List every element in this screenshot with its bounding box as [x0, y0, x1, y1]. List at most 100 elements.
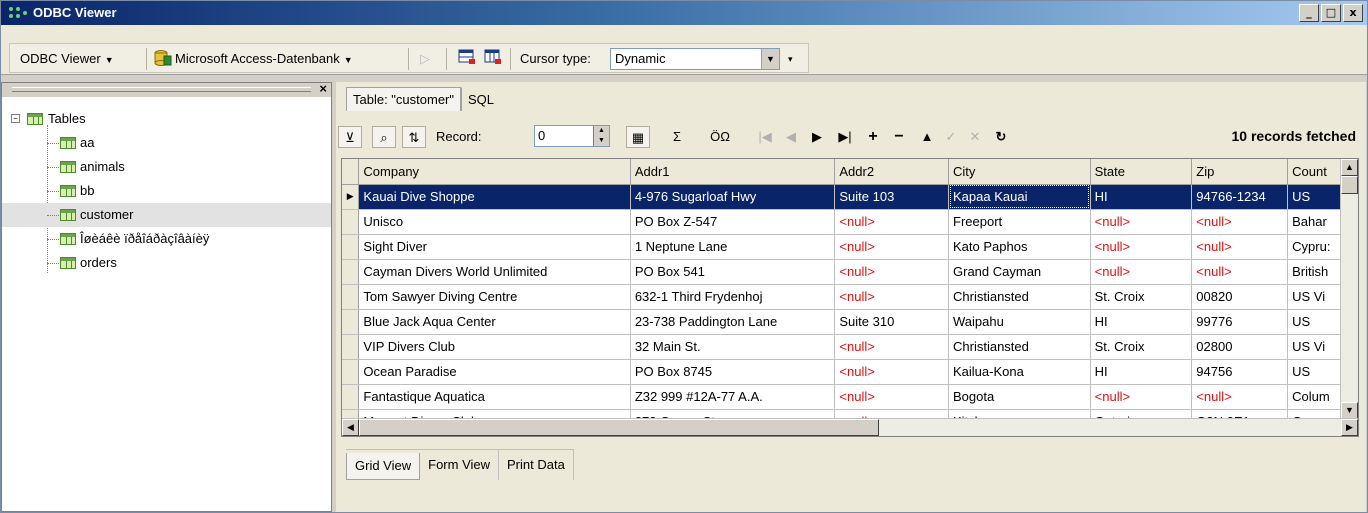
- grid-cell[interactable]: <null>: [1090, 259, 1193, 285]
- grid-cell[interactable]: <null>: [834, 384, 949, 410]
- grid-cell[interactable]: Freeport: [948, 209, 1091, 235]
- data-grid[interactable]: Company Addr1 Addr2 City State Zip Count…: [341, 158, 1359, 437]
- column-header[interactable]: Company: [358, 159, 631, 185]
- grid-cell[interactable]: <null>: [1191, 384, 1289, 410]
- title-bar[interactable]: ODBC Viewer _ □ x: [1, 1, 1367, 25]
- cursor-type-select[interactable]: Dynamic ▼: [610, 48, 780, 70]
- grid-cell[interactable]: <null>: [834, 209, 949, 235]
- next-record-icon[interactable]: ▶: [808, 126, 826, 148]
- maximize-button[interactable]: □: [1321, 4, 1341, 22]
- tab-sql[interactable]: SQL: [461, 87, 502, 111]
- record-spinner[interactable]: ▲ ▼: [593, 126, 609, 146]
- panel-grip[interactable]: ×: [2, 81, 331, 97]
- horizontal-scrollbar[interactable]: ◀ ▶: [342, 418, 1358, 436]
- tree-item-aa[interactable]: aa: [2, 131, 331, 155]
- grid-cell[interactable]: 1 Neptune Lane: [630, 234, 836, 260]
- sort-icon[interactable]: ⇅: [402, 126, 426, 148]
- table-row[interactable]: ▶ Kauai Dive Shoppe 4-976 Sugarloaf Hwy Sui…: [342, 184, 1358, 210]
- current-row-indicator-icon[interactable]: ▶: [342, 184, 360, 210]
- grid-cell[interactable]: <null>: [1090, 209, 1193, 235]
- edit-record-icon[interactable]: ▲: [918, 126, 936, 148]
- table-row[interactable]: Sight Diver 1 Neptune Lane <null> Kato Paph…: [342, 234, 1358, 260]
- grid-cell[interactable]: HI: [1090, 359, 1193, 385]
- tree-item-bb[interactable]: bb: [2, 179, 331, 203]
- table-row[interactable]: Tom Sawyer Diving Centre 632-1 Third Fryd…: [342, 284, 1358, 310]
- grid-cell[interactable]: <null>: [1090, 384, 1193, 410]
- row-indicator[interactable]: [342, 334, 360, 360]
- collapse-icon[interactable]: −: [11, 114, 20, 123]
- toolbar-overflow-icon[interactable]: ▾: [788, 49, 793, 69]
- chevron-down-icon[interactable]: ▼: [761, 49, 779, 69]
- grid-cell[interactable]: <null>: [1191, 209, 1289, 235]
- grid-cell[interactable]: Kailua-Kona: [948, 359, 1091, 385]
- grid-cell[interactable]: Bogota: [948, 384, 1091, 410]
- grid-cell[interactable]: <null>: [834, 234, 949, 260]
- tab-table-customer[interactable]: Table: "customer": [346, 87, 461, 111]
- tree-root-tables[interactable]: − Tables: [2, 107, 331, 131]
- grid-cell[interactable]: 4-976 Sugarloaf Hwy: [630, 184, 836, 210]
- last-record-icon[interactable]: ▶|: [834, 126, 856, 148]
- grid-cell[interactable]: 32 Main St.: [630, 334, 836, 360]
- grid-cell[interactable]: 99776: [1191, 309, 1289, 335]
- panel-close-icon[interactable]: ×: [319, 81, 327, 96]
- grid-cell[interactable]: PO Box Z-547: [630, 209, 836, 235]
- table-row[interactable]: Fantastique Aquatica Z32 999 #12A-77 A.A.…: [342, 384, 1358, 410]
- grid-cell[interactable]: <null>: [834, 284, 949, 310]
- grid-cell[interactable]: <null>: [834, 359, 949, 385]
- sigma-button[interactable]: Σ: [666, 126, 688, 148]
- scroll-down-icon[interactable]: ▼: [1341, 402, 1358, 419]
- delete-record-icon[interactable]: −: [890, 126, 908, 148]
- grid-cell[interactable]: HI: [1090, 184, 1193, 210]
- grid-cell[interactable]: Kato Paphos: [948, 234, 1091, 260]
- charset-button[interactable]: ÖΩ: [706, 126, 734, 148]
- grid-cell[interactable]: Kauai Dive Shoppe: [358, 184, 631, 210]
- grid-cell[interactable]: <null>: [1191, 259, 1289, 285]
- insert-record-icon[interactable]: +: [864, 126, 882, 148]
- scroll-up-icon[interactable]: ▲: [1341, 159, 1358, 176]
- vertical-scrollbar[interactable]: ▲ ▼: [1340, 159, 1358, 419]
- grid-cell[interactable]: Suite 103: [834, 184, 949, 210]
- tree-item-encoded[interactable]: Îøèáêè ïðåîáðàçîâàíèÿ: [2, 227, 331, 251]
- grid-cell[interactable]: Tom Sawyer Diving Centre: [358, 284, 631, 310]
- table-icon[interactable]: ▦: [626, 126, 650, 148]
- grid-cell[interactable]: Grand Cayman: [948, 259, 1091, 285]
- grid-cell[interactable]: Christiansted: [948, 334, 1091, 360]
- grid-cell[interactable]: St. Croix: [1090, 284, 1193, 310]
- grid-cell[interactable]: Kapaa Kauai: [948, 184, 1091, 210]
- grid-cell[interactable]: PO Box 541: [630, 259, 836, 285]
- table-row[interactable]: VIP Divers Club 32 Main St. <null> Christia…: [342, 334, 1358, 360]
- tree-item-animals[interactable]: animals: [2, 155, 331, 179]
- grid-cell[interactable]: HI: [1090, 309, 1193, 335]
- grid-cell[interactable]: Blue Jack Aqua Center: [358, 309, 631, 335]
- grid-cell[interactable]: 632-1 Third Frydenhoj: [630, 284, 836, 310]
- row-indicator[interactable]: [342, 309, 360, 335]
- grid-export-all-icon[interactable]: [484, 49, 502, 69]
- grid-cell[interactable]: Waipahu: [948, 309, 1091, 335]
- odbc-viewer-menu[interactable]: ODBC Viewer ▼: [20, 49, 114, 69]
- grid-cell[interactable]: PO Box 8745: [630, 359, 836, 385]
- grid-cell[interactable]: Cayman Divers World Unlimited: [358, 259, 631, 285]
- grid-cell[interactable]: Ocean Paradise: [358, 359, 631, 385]
- grid-cell[interactable]: 02800: [1191, 334, 1289, 360]
- grid-cell[interactable]: VIP Divers Club: [358, 334, 631, 360]
- grid-cell[interactable]: <null>: [1191, 234, 1289, 260]
- grid-cell[interactable]: Fantastique Aquatica: [358, 384, 631, 410]
- row-indicator[interactable]: [342, 259, 360, 285]
- column-header[interactable]: City: [948, 159, 1091, 185]
- grid-cell[interactable]: <null>: [834, 334, 949, 360]
- row-indicator[interactable]: [342, 284, 360, 310]
- row-indicator[interactable]: [342, 384, 360, 410]
- grid-cell[interactable]: 94766-1234: [1191, 184, 1289, 210]
- table-row[interactable]: Ocean Paradise PO Box 8745 <null> Kailua-Ko…: [342, 359, 1358, 385]
- datasource-menu[interactable]: Microsoft Access-Datenbank ▼: [154, 49, 353, 69]
- column-header[interactable]: Addr2: [834, 159, 949, 185]
- grid-cell[interactable]: Christiansted: [948, 284, 1091, 310]
- grid-cell[interactable]: Unisco: [358, 209, 631, 235]
- row-indicator[interactable]: [342, 234, 360, 260]
- grid-cell[interactable]: 94756: [1191, 359, 1289, 385]
- tab-grid-view[interactable]: Grid View: [346, 453, 421, 480]
- column-header[interactable]: State: [1090, 159, 1193, 185]
- scroll-right-icon[interactable]: ▶: [1341, 419, 1358, 436]
- grid-cell[interactable]: 00820: [1191, 284, 1289, 310]
- record-number-input[interactable]: 0 ▲ ▼: [534, 125, 610, 147]
